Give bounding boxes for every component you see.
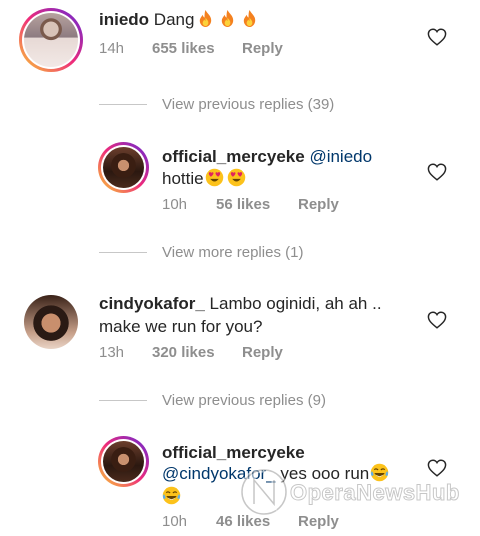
comment-meta: 10h 46 likes Reply <box>162 513 339 530</box>
comment-meta: 13h 320 likes Reply <box>99 344 283 361</box>
mention-link[interactable]: @cindyokafor_ <box>162 464 276 483</box>
comment-text-line: cindyokafor_ Lambo oginidi, ah ah .. <box>99 292 382 315</box>
reply-button[interactable]: Reply <box>242 40 283 57</box>
comment-text-line: iniedo Dang <box>99 8 259 31</box>
laughing-tears-icon <box>370 463 389 482</box>
timestamp: 10h <box>162 513 188 530</box>
username[interactable]: iniedo <box>99 10 149 29</box>
comment-text-line: @cindyokafor_ yes ooo run <box>162 462 389 485</box>
comment-text: yes ooo run <box>280 464 370 483</box>
like-heart-icon[interactable] <box>427 163 447 181</box>
comment-meta: 14h 655 likes Reply <box>99 40 283 57</box>
likes-count[interactable]: 56 likes <box>216 196 270 213</box>
divider-line <box>99 104 147 105</box>
comment-text: Dang <box>153 10 195 29</box>
avatar[interactable] <box>98 436 149 487</box>
mention-link[interactable]: @iniedo <box>309 147 372 166</box>
divider-line <box>99 252 147 253</box>
like-heart-icon[interactable] <box>427 459 447 477</box>
comment-text-line: official_mercyeke @iniedo <box>162 145 372 168</box>
reply-button[interactable]: Reply <box>298 513 339 530</box>
timestamp: 10h <box>162 196 188 213</box>
comment-text-line: hottie <box>162 167 246 190</box>
reply-button[interactable]: Reply <box>298 196 339 213</box>
comment-text: make we run for you? <box>99 317 263 336</box>
fire-icon <box>240 9 259 28</box>
avatar[interactable] <box>19 8 83 72</box>
laughing-tears-icon <box>162 486 181 505</box>
comment-text: hottie <box>162 169 204 188</box>
likes-count[interactable]: 320 likes <box>152 344 215 361</box>
avatar-photo <box>24 13 78 67</box>
like-heart-icon[interactable] <box>427 311 447 329</box>
fire-icon <box>196 9 215 28</box>
avatar-photo <box>103 441 144 482</box>
timestamp: 13h <box>99 344 125 361</box>
view-previous-replies-button[interactable]: View previous replies (9) <box>162 392 326 409</box>
reply-button[interactable]: Reply <box>242 344 283 361</box>
view-more-replies-button[interactable]: View more replies (1) <box>162 244 303 261</box>
like-heart-icon[interactable] <box>427 28 447 46</box>
avatar-photo <box>103 147 144 188</box>
comment-text: Lambo oginidi, ah ah .. <box>209 294 382 313</box>
avatar[interactable] <box>98 142 149 193</box>
fire-icon <box>218 9 237 28</box>
comment-text-line <box>162 485 181 508</box>
comment-text-line: make we run for you? <box>99 315 262 338</box>
username[interactable]: official_mercyeke <box>162 147 305 166</box>
avatar[interactable] <box>24 295 78 349</box>
username[interactable]: cindyokafor_ <box>99 294 205 313</box>
username[interactable]: official_mercyeke <box>162 443 305 462</box>
comment-meta: 10h 56 likes Reply <box>162 196 339 213</box>
avatar-photo <box>24 295 78 349</box>
likes-count[interactable]: 655 likes <box>152 40 215 57</box>
heart-eyes-icon <box>205 168 224 187</box>
heart-eyes-icon <box>227 168 246 187</box>
view-previous-replies-button[interactable]: View previous replies (39) <box>162 96 334 113</box>
timestamp: 14h <box>99 40 125 57</box>
divider-line <box>99 400 147 401</box>
comment-text-line: official_mercyeke <box>162 441 305 464</box>
likes-count[interactable]: 46 likes <box>216 513 270 530</box>
